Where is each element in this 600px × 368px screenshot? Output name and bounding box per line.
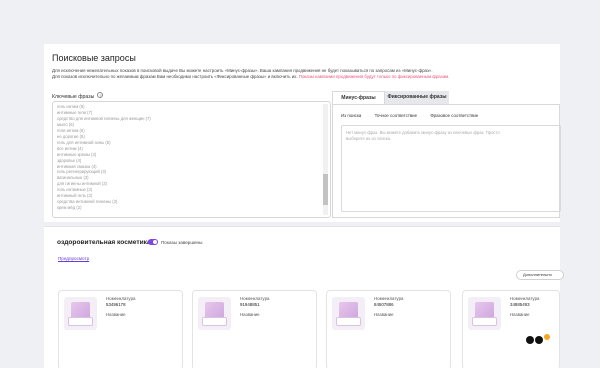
- minus-phrases-panel: Из поиска Точное соответствие Фразовое с…: [332, 104, 561, 218]
- divider: [44, 226, 560, 227]
- name-label: Название: [106, 312, 126, 317]
- description-highlight: Показы кампании продвижения будут только…: [298, 74, 450, 79]
- name-label: Название: [240, 312, 260, 317]
- preview-link[interactable]: Предпросмотр: [58, 256, 89, 261]
- name-label: Название: [374, 312, 394, 317]
- logo-dot-accent: [544, 334, 550, 340]
- product-card[interactable]: Номенклатура 84507886 Название: [326, 290, 451, 368]
- subtab-from-search[interactable]: Из поиска: [341, 113, 361, 118]
- description-line2: Для показов исключительно по желаемым фр…: [52, 74, 298, 79]
- list-item[interactable]: крем мёд (2): [57, 205, 320, 211]
- description: Для исключения нежелательных показов в п…: [52, 68, 557, 80]
- product-image: [64, 297, 97, 330]
- minus-phrases-placeholder: Нет минус-фраз. Вы можете добавить минус…: [346, 130, 500, 141]
- keywords-list: гель интим (8) интимные гели (7) средств…: [57, 104, 320, 211]
- subtab-exact-match[interactable]: Точное соответствие: [375, 113, 418, 118]
- product-meta: Номенклатура 84507886 Название: [374, 296, 403, 318]
- product-image: [468, 297, 501, 330]
- shows-toggle[interactable]: [148, 239, 158, 245]
- keywords-list-box[interactable]: гель интим (8) интимные гели (7) средств…: [52, 101, 331, 218]
- product-card[interactable]: Номенклатура 53496178 Название: [58, 290, 183, 368]
- campaign-panel: оздоровительная косметика Показы заверше…: [44, 226, 564, 368]
- keywords-label-text: Ключевые фразы: [52, 94, 95, 100]
- subtab-phrase-match[interactable]: Фразовое соответствие: [430, 113, 478, 118]
- name-label: Название: [510, 312, 530, 317]
- product-card[interactable]: Номенклатура 91948851 Название: [192, 290, 317, 368]
- match-type-tabs: Из поиска Точное соответствие Фразовое с…: [341, 113, 490, 118]
- brand-logo-dots: [526, 334, 556, 344]
- nomenclature-value: 91948851: [240, 302, 260, 307]
- tab-minus-phrases[interactable]: Минус-фразы: [332, 91, 385, 104]
- more-button[interactable]: Дополнительно: [516, 270, 564, 280]
- nomenclature-value: 84507886: [374, 302, 394, 307]
- help-icon[interactable]: ?: [97, 92, 104, 98]
- nomenclature-value: 53496178: [106, 302, 126, 307]
- product-image: [198, 297, 231, 330]
- scrollbar-thumb[interactable]: [323, 174, 328, 205]
- logo-dot: [535, 336, 543, 344]
- keywords-label: Ключевые фразы?: [52, 92, 104, 100]
- product-image: [332, 297, 365, 330]
- tab-fixed-phrases[interactable]: Фиксированные фразы: [385, 91, 449, 104]
- product-meta: Номенклатура 53496178 Название: [106, 296, 135, 318]
- product-meta: Номенклатура 91948851 Название: [240, 296, 269, 318]
- keywords-scrollbar[interactable]: [323, 104, 328, 215]
- toggle-knob: [153, 240, 157, 244]
- product-card[interactable]: Номенклатура 34885493 Название: [462, 290, 560, 368]
- logo-dot: [526, 336, 534, 344]
- product-meta: Номенклатура 34885493 Название: [510, 296, 539, 318]
- page-title: Поисковые запросы: [52, 53, 136, 63]
- description-line1: Для исключения нежелательных показов в п…: [52, 68, 433, 73]
- phrase-tabs: Минус-фразы Фиксированные фразы: [332, 91, 560, 104]
- toggle-label: Показы завершены: [161, 239, 203, 245]
- nomenclature-value: 34885493: [510, 302, 530, 307]
- campaign-title: оздоровительная косметика: [57, 239, 151, 246]
- minus-phrases-area[interactable]: Нет минус-фраз. Вы можете добавить минус…: [341, 125, 561, 212]
- search-queries-panel: Поисковые запросы Для исключения нежелат…: [44, 44, 561, 222]
